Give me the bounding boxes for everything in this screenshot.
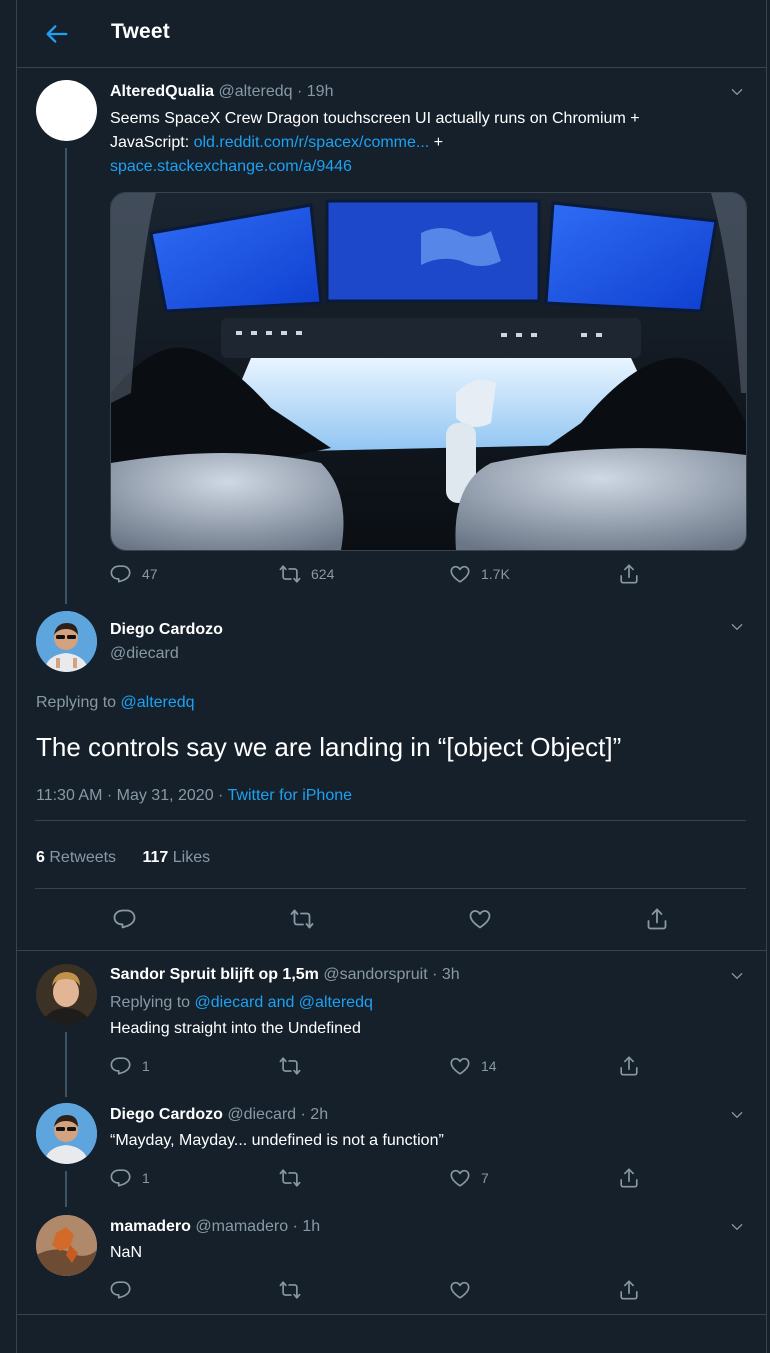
like-count: 14: [481, 1058, 497, 1074]
chevron-down-icon[interactable]: [729, 1107, 745, 1123]
reply-button[interactable]: 47: [110, 563, 158, 585]
author-handle[interactable]: @alteredq: [218, 83, 292, 100]
like-button[interactable]: [468, 908, 502, 930]
retweet-button[interactable]: [279, 1279, 311, 1301]
reply-icon: [110, 1167, 132, 1189]
tweet-timestamp[interactable]: 11:30 AM · May 31, 2020 ·: [36, 787, 223, 804]
avatar[interactable]: [36, 1103, 97, 1164]
avatar[interactable]: [36, 80, 97, 141]
thread-line: [65, 1171, 67, 1207]
like-icon: [449, 1055, 471, 1077]
tweet-media-image[interactable]: [110, 192, 747, 551]
like-count: 1.7K: [481, 566, 510, 582]
reply-button[interactable]: 1: [110, 1167, 150, 1189]
tweet-link[interactable]: old.reddit.com/r/spacex/comme...: [194, 134, 430, 151]
chevron-down-icon[interactable]: [729, 619, 745, 635]
tweet-time[interactable]: 3h: [442, 966, 460, 983]
chevron-down-icon[interactable]: [729, 968, 745, 984]
like-button[interactable]: 7: [449, 1167, 489, 1189]
like-button[interactable]: [449, 1279, 481, 1301]
divider: [17, 1314, 766, 1315]
share-icon: [618, 1167, 640, 1189]
reply-icon: [113, 907, 137, 931]
retweet-count: 624: [311, 566, 335, 582]
like-icon: [449, 1279, 471, 1301]
retweet-icon: [279, 1279, 301, 1301]
author-name[interactable]: mamadero: [110, 1218, 191, 1235]
share-button[interactable]: [618, 563, 650, 585]
share-icon: [645, 907, 669, 931]
retweet-icon: [279, 1167, 301, 1189]
like-button[interactable]: 14: [449, 1055, 497, 1077]
thread-line: [65, 148, 67, 604]
tweet-time[interactable]: 2h: [310, 1106, 328, 1123]
reply-icon: [110, 1055, 132, 1077]
tweet-text: Heading straight into the Undefined: [110, 1020, 361, 1037]
retweets-stat[interactable]: 6 Retweets: [36, 849, 121, 866]
author-name[interactable]: Diego Cardozo: [110, 1106, 223, 1123]
tweet-text: Seems SpaceX Crew Dragon touchscreen UI …: [110, 110, 640, 175]
reply-icon: [110, 1279, 132, 1301]
share-icon: [618, 1055, 640, 1077]
author-handle[interactable]: @sandorspruit: [323, 966, 427, 983]
author-handle[interactable]: @mamadero: [195, 1218, 288, 1235]
retweet-button[interactable]: 624: [279, 563, 334, 585]
timeline-column: Tweet AlteredQualia @alteredq · 19h Seem…: [16, 0, 767, 1353]
main-tweet-text: The controls say we are landing in “[obj…: [36, 732, 622, 762]
reply-count: 1: [142, 1058, 150, 1074]
retweet-button[interactable]: [279, 1055, 311, 1077]
share-button[interactable]: [618, 1279, 650, 1301]
replying-label: Replying to: [36, 694, 117, 711]
divider: [35, 820, 746, 821]
replying-to-link[interactable]: @diecard and @alteredq: [195, 994, 373, 1011]
chevron-down-icon[interactable]: [729, 1219, 745, 1235]
page-title: Tweet: [111, 20, 170, 43]
like-icon: [449, 563, 471, 585]
like-icon: [449, 1167, 471, 1189]
chevron-down-icon[interactable]: [729, 84, 745, 100]
reply-button[interactable]: [110, 1279, 142, 1301]
retweet-icon: [279, 1055, 301, 1077]
thread-line: [65, 1032, 67, 1097]
reply-button[interactable]: [113, 908, 147, 930]
tweet-text: NaN: [110, 1244, 143, 1261]
share-button[interactable]: [645, 908, 679, 930]
author-handle[interactable]: @diecard: [110, 642, 223, 666]
header-divider: [17, 67, 766, 68]
tweet-link[interactable]: space.stackexchange.com/a/9446: [110, 158, 352, 175]
retweet-icon: [290, 907, 314, 931]
retweet-button[interactable]: [290, 908, 324, 930]
tweet-source[interactable]: Twitter for iPhone: [228, 787, 353, 804]
share-icon: [618, 1279, 640, 1301]
divider: [17, 950, 766, 951]
reply-button[interactable]: 1: [110, 1055, 150, 1077]
tweet-time[interactable]: 1h: [302, 1218, 320, 1235]
retweet-button[interactable]: [279, 1167, 311, 1189]
author-handle[interactable]: @diecard: [227, 1106, 296, 1123]
tweet-text: “Mayday, Mayday... undefined is not a fu…: [110, 1132, 444, 1149]
reply-icon: [110, 563, 132, 585]
like-icon: [468, 907, 492, 931]
replying-to-link[interactable]: @alteredq: [121, 694, 195, 711]
avatar[interactable]: [36, 1215, 97, 1276]
share-button[interactable]: [618, 1055, 650, 1077]
like-count: 7: [481, 1170, 489, 1186]
tweet-time[interactable]: 19h: [307, 83, 334, 100]
share-button[interactable]: [618, 1167, 650, 1189]
author-name[interactable]: Sandor Spruit blijft op 1,5m: [110, 966, 319, 983]
share-icon: [618, 563, 640, 585]
likes-stat[interactable]: 117 Likes: [143, 849, 211, 866]
like-button[interactable]: 1.7K: [449, 563, 510, 585]
avatar[interactable]: [36, 611, 97, 672]
author-name[interactable]: Diego Cardozo: [110, 618, 223, 642]
divider: [35, 888, 746, 889]
back-arrow-icon[interactable]: [43, 20, 71, 48]
author-name[interactable]: AlteredQualia: [110, 83, 214, 100]
replying-label: Replying to: [110, 994, 191, 1011]
reply-count: 1: [142, 1170, 150, 1186]
reply-count: 47: [142, 566, 158, 582]
retweet-icon: [279, 563, 301, 585]
avatar[interactable]: [36, 964, 97, 1025]
